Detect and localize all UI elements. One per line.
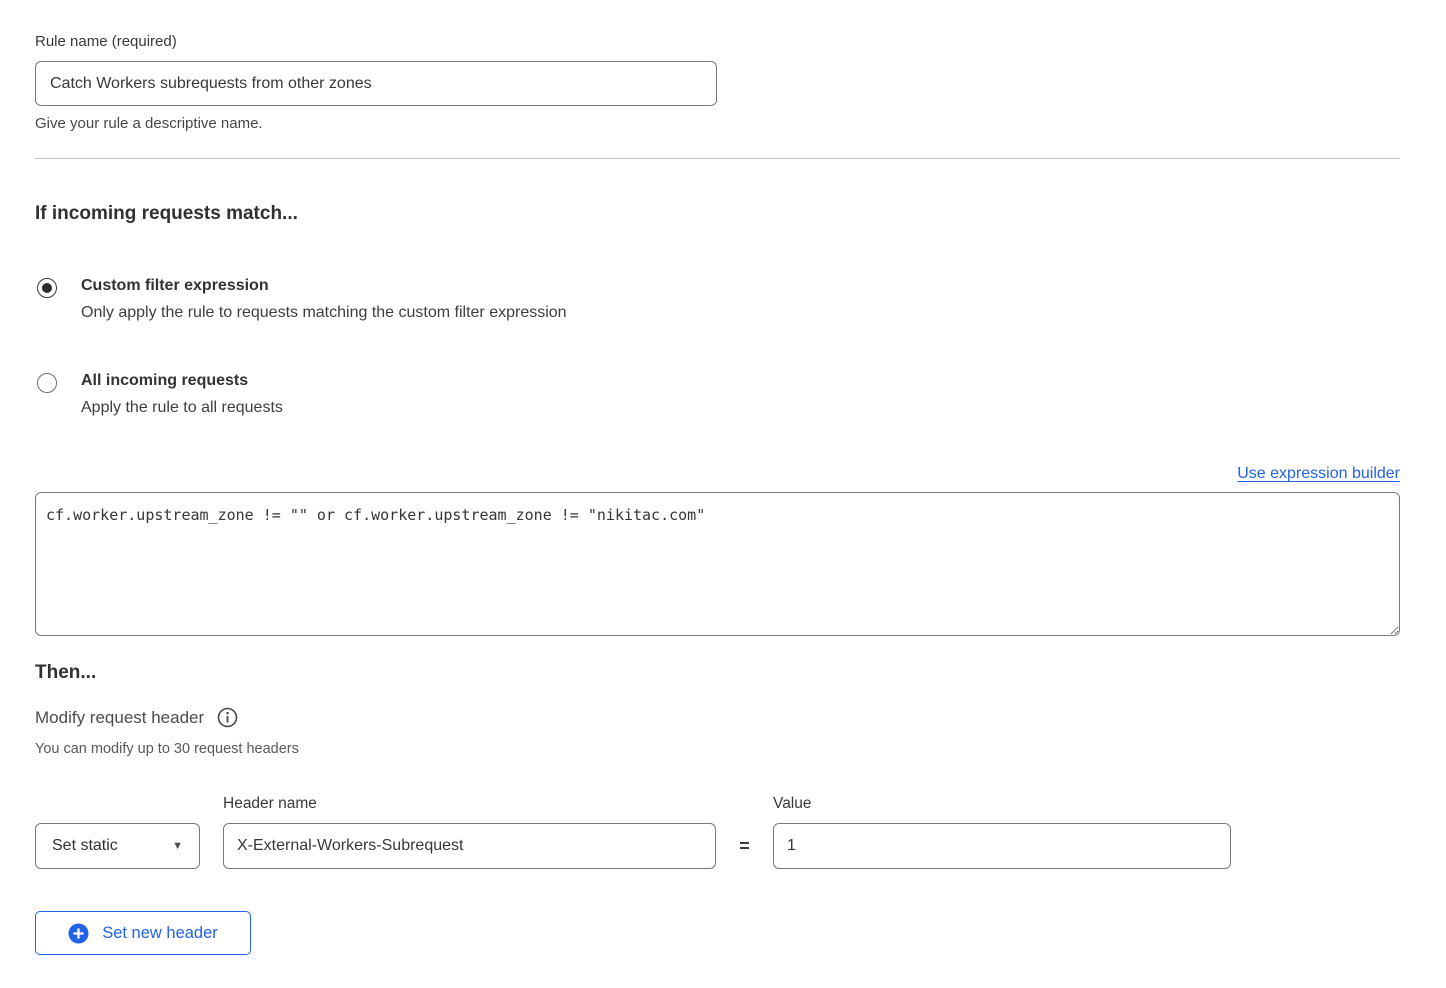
rule-name-helper: Give your rule a descriptive name. [35,115,1400,132]
section-divider [35,158,1400,159]
plus-circle-icon [68,923,89,944]
equals-column-spacer [716,795,773,813]
set-new-header-label: Set new header [102,924,218,943]
value-column-label: Value [773,795,1231,813]
radio-custom-filter-description: Only apply the rule to requests matching… [81,304,567,322]
use-expression-builder-link[interactable]: Use expression builder [1237,465,1400,483]
operation-column-spacer [35,795,223,813]
header-name-input[interactable] [223,823,716,869]
equals-sign: = [716,836,773,857]
header-operation-select[interactable]: Set static ▼ [35,823,200,869]
header-name-column-label: Header name [223,795,716,813]
info-icon[interactable] [217,707,238,728]
set-new-header-button[interactable]: Set new header [35,911,251,955]
header-operation-selected-value: Set static [52,837,118,855]
modify-request-header-label: Modify request header [35,708,204,728]
match-section-heading: If incoming requests match... [35,203,1400,225]
modify-header-helper: You can modify up to 30 request headers [35,741,1400,757]
radio-all-requests-description: Apply the rule to all requests [81,399,283,417]
radio-option-custom-filter[interactable]: Custom filter expression Only apply the … [35,277,1400,322]
then-section-heading: Then... [35,662,1400,684]
rule-name-label: Rule name (required) [35,33,1400,50]
rule-name-input[interactable] [35,61,717,106]
radio-selected-icon[interactable] [37,278,57,298]
radio-unselected-icon[interactable] [37,373,57,393]
rule-editor-form: Rule name (required) Give your rule a de… [0,0,1446,955]
filter-expression-textarea[interactable]: cf.worker.upstream_zone != "" or cf.work… [35,492,1400,636]
radio-all-requests-label[interactable]: All incoming requests [81,372,283,390]
radio-custom-filter-label[interactable]: Custom filter expression [81,277,567,295]
chevron-down-icon: ▼ [172,840,183,852]
header-value-input[interactable] [773,823,1231,869]
radio-option-all-requests[interactable]: All incoming requests Apply the rule to … [35,372,1400,417]
